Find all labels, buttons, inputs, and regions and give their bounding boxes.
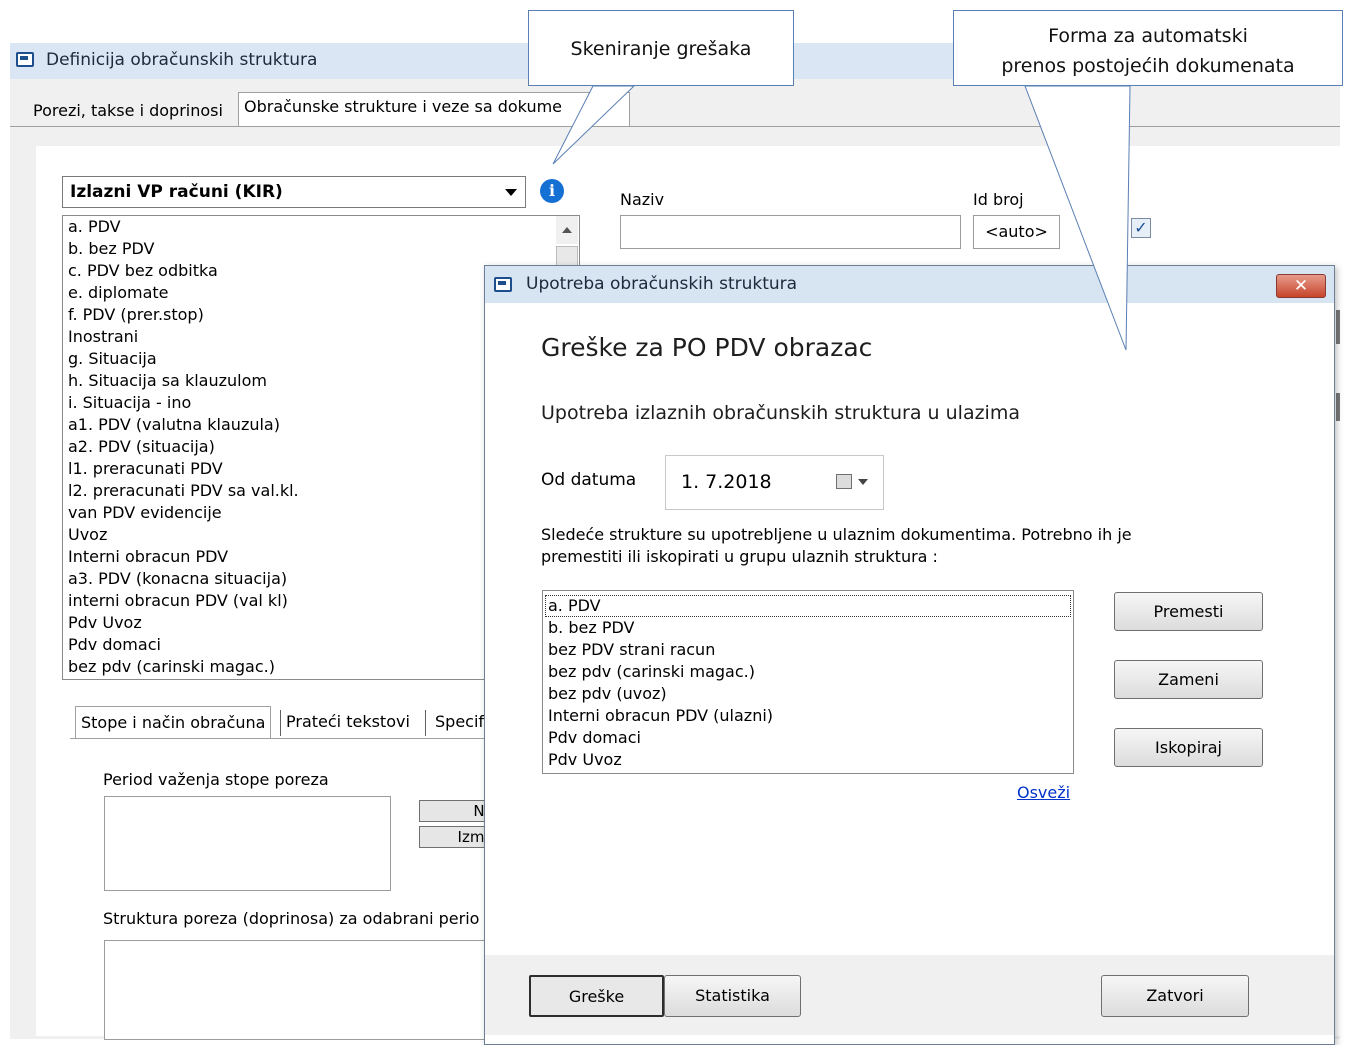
callout-pointer-transfer [1024,85,1131,351]
callout-auto-transfer-line1: Forma za automatski [1048,25,1248,47]
callout-pointers [552,85,1131,351]
callout-scan-errors: Skeniranje grešaka [528,10,794,86]
callout-pointer-scan [552,85,636,165]
callout-auto-transfer-line2: prenos postojećih dokumenata [1001,55,1295,77]
callout-auto-transfer: Forma za automatski prenos postojećih do… [953,10,1343,86]
